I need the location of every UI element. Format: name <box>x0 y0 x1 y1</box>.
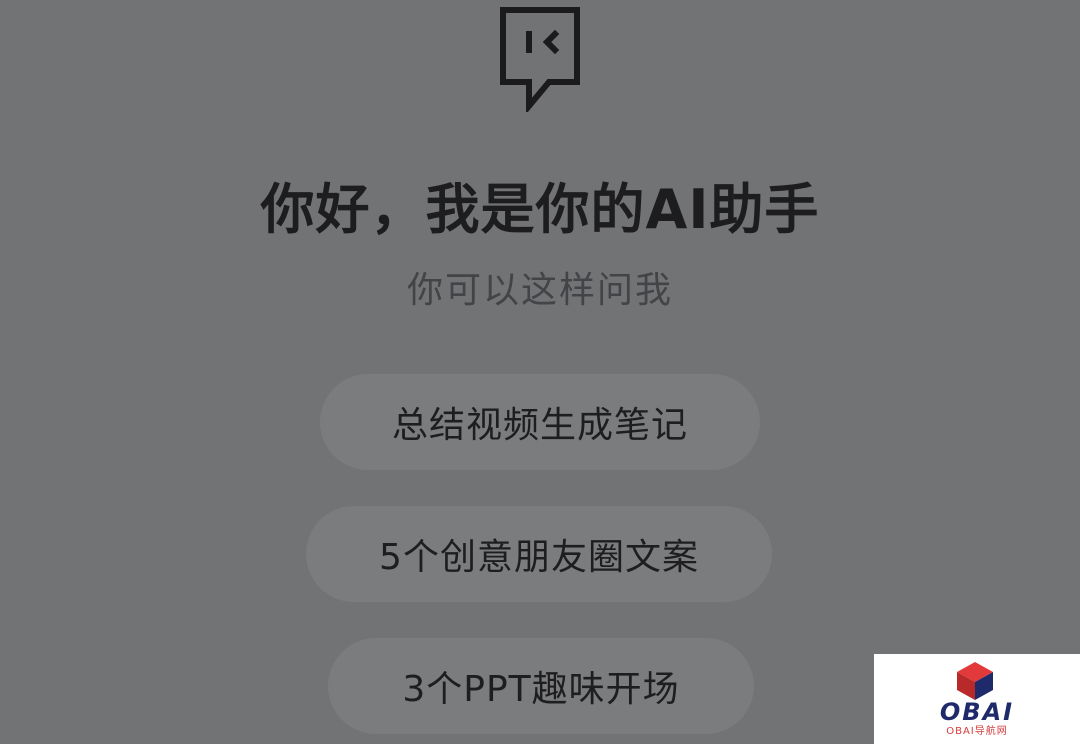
suggestion-summarize-video-button[interactable]: 总结视频生成笔记 <box>320 374 760 470</box>
greeting-title: 你好，我是你的AI助手 <box>260 178 820 241</box>
chat-bubble-face-icon <box>500 7 580 112</box>
greeting-subtitle: 你可以这样问我 <box>406 270 673 311</box>
suggestion-moments-copy-button[interactable]: 5个创意朋友圈文案 <box>306 506 772 602</box>
watermark: OBAI OBAI导航网 <box>874 654 1080 744</box>
suggestion-ppt-opening-button[interactable]: 3个PPT趣味开场 <box>328 638 754 734</box>
watermark-brand: OBAI <box>939 698 1015 726</box>
assistant-home-screen: 你好，我是你的AI助手 你可以这样问我 总结视频生成笔记 5个创意朋友圈文案 3… <box>0 0 1080 744</box>
cube-logo-icon <box>957 662 993 700</box>
watermark-tagline: OBAI导航网 <box>946 726 1008 737</box>
